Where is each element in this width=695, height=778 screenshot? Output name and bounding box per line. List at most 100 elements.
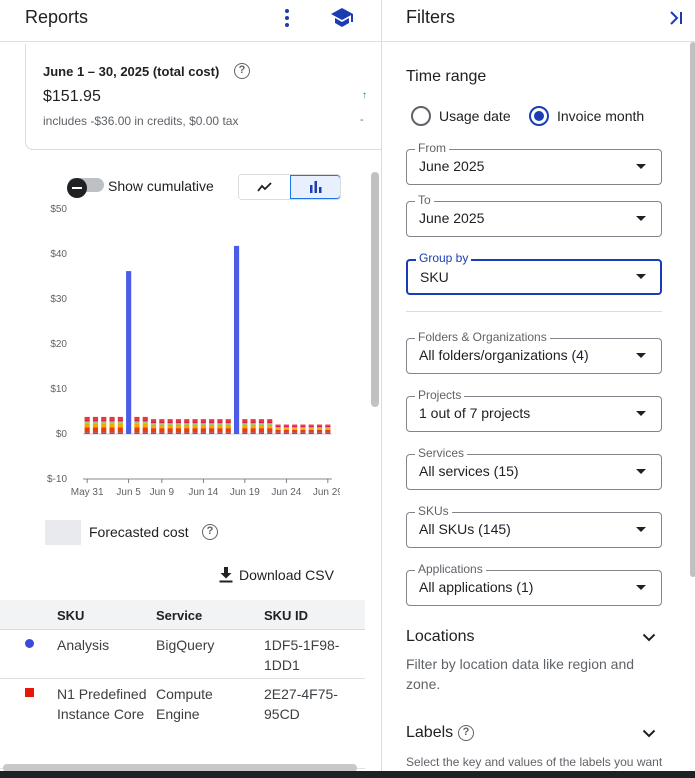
- folders-select[interactable]: Folders & Organizations All folders/orga…: [406, 330, 662, 374]
- chart-bar[interactable]: [316, 428, 323, 430]
- chart-bar[interactable]: [316, 429, 323, 433]
- chart-bar[interactable]: [200, 419, 206, 422]
- chart-bar[interactable]: [175, 428, 182, 433]
- chart-bar[interactable]: [275, 428, 281, 430]
- chart-bar[interactable]: [325, 427, 331, 429]
- chart-bar[interactable]: [167, 432, 173, 434]
- expand-more-icon[interactable]: [642, 633, 656, 642]
- bar-chart-button[interactable]: [290, 175, 340, 199]
- labels-title[interactable]: Labels: [406, 724, 453, 742]
- chart-bar[interactable]: [292, 427, 298, 429]
- chart-bar[interactable]: [292, 429, 298, 433]
- cumulative-toggle[interactable]: [67, 178, 104, 198]
- services-select[interactable]: Services All services (15): [406, 446, 662, 490]
- chart-bar[interactable]: [308, 429, 314, 433]
- chart-bar[interactable]: [242, 423, 248, 425]
- chart-bar[interactable]: [142, 421, 148, 424]
- chart-bar[interactable]: [292, 424, 298, 426]
- chart-bar[interactable]: [109, 421, 115, 424]
- chart-bar[interactable]: [267, 428, 273, 433]
- chart-bar[interactable]: [300, 425, 306, 428]
- chart-bar[interactable]: [308, 425, 314, 428]
- chart-bar[interactable]: [192, 425, 198, 429]
- chart-bar[interactable]: [175, 421, 182, 424]
- chart-bar[interactable]: [200, 428, 206, 433]
- chart-bar[interactable]: [109, 419, 115, 422]
- chart-bar[interactable]: [209, 432, 215, 434]
- line-chart-button[interactable]: [239, 175, 290, 199]
- chart-bar[interactable]: [142, 419, 148, 422]
- chart-bar[interactable]: [250, 425, 256, 429]
- chart-bar[interactable]: [101, 423, 107, 428]
- column-header-sku-id[interactable]: SKU ID: [264, 608, 308, 623]
- chart-bar[interactable]: [159, 423, 165, 425]
- chart-bar[interactable]: [209, 421, 215, 424]
- group-by-select[interactable]: Group by SKU: [406, 251, 662, 295]
- chart-bar[interactable]: [308, 427, 314, 429]
- chart-bar[interactable]: [258, 432, 265, 434]
- last-page-icon[interactable]: [668, 10, 684, 26]
- chart-bar[interactable]: [101, 427, 107, 433]
- chart-bar[interactable]: [84, 432, 90, 434]
- chart-bar[interactable]: [167, 423, 173, 425]
- chart-bar[interactable]: [192, 428, 198, 433]
- chart-bar[interactable]: [242, 428, 248, 433]
- chart-bar[interactable]: [192, 432, 198, 434]
- column-header-sku[interactable]: SKU: [57, 608, 84, 623]
- chart-bar[interactable]: [101, 419, 107, 422]
- more-vert-icon[interactable]: [278, 6, 296, 30]
- chart-bar[interactable]: [292, 425, 298, 428]
- chart-bar[interactable]: [101, 421, 107, 424]
- chart-bar[interactable]: [117, 432, 123, 434]
- chart-bar[interactable]: [225, 425, 231, 429]
- chart-bar[interactable]: [283, 429, 289, 433]
- chart-bar[interactable]: [192, 419, 198, 422]
- chart-bar[interactable]: [109, 427, 115, 433]
- chart-bar[interactable]: [250, 428, 256, 433]
- chart-bar[interactable]: [209, 425, 215, 429]
- chart-bar[interactable]: [275, 425, 281, 428]
- chart-bar[interactable]: [142, 427, 148, 433]
- chart-bar[interactable]: [308, 432, 314, 434]
- chart-bar[interactable]: [267, 419, 273, 422]
- chart-bar[interactable]: [142, 432, 148, 434]
- chart-bar[interactable]: [150, 428, 157, 433]
- chart-bar[interactable]: [101, 432, 107, 434]
- chart-bar[interactable]: [267, 421, 273, 424]
- chart-bar[interactable]: [325, 425, 331, 428]
- chart-bar[interactable]: [117, 416, 123, 420]
- chart-bar[interactable]: [150, 419, 157, 422]
- chart-bar[interactable]: [275, 424, 281, 426]
- chart-bar[interactable]: [242, 419, 248, 422]
- chart-bar[interactable]: [275, 429, 281, 433]
- chart-bar[interactable]: [117, 427, 123, 433]
- chart-bar[interactable]: [192, 421, 198, 424]
- chart-bar[interactable]: [184, 432, 190, 434]
- chart-bar[interactable]: [134, 423, 140, 428]
- chart-bar[interactable]: [184, 421, 190, 424]
- chart-bar[interactable]: [167, 419, 173, 422]
- chart-bar[interactable]: [150, 432, 157, 434]
- chart-bar[interactable]: [225, 432, 231, 434]
- chart-bar[interactable]: [308, 428, 314, 430]
- chart-bar[interactable]: [184, 419, 190, 422]
- chart-bar[interactable]: [300, 427, 306, 429]
- chart-bar[interactable]: [242, 425, 248, 429]
- chart-bar[interactable]: [175, 419, 182, 422]
- chart-bar[interactable]: [300, 428, 306, 430]
- chart-bar[interactable]: [217, 428, 223, 433]
- locations-title[interactable]: Locations: [406, 628, 475, 646]
- chart-bar[interactable]: [200, 425, 206, 429]
- chart-bar[interactable]: [275, 427, 281, 429]
- chart-bar[interactable]: [192, 423, 198, 425]
- chart-bar[interactable]: [250, 421, 256, 424]
- chart-bar[interactable]: [184, 425, 190, 429]
- chart-bar[interactable]: [92, 427, 99, 433]
- chart-bar[interactable]: [200, 432, 206, 434]
- chart-bar[interactable]: [325, 424, 331, 426]
- chart-bar[interactable]: [325, 429, 331, 433]
- chart-bar[interactable]: [308, 424, 314, 426]
- chart-bar[interactable]: [267, 425, 273, 429]
- help-icon[interactable]: ?: [458, 725, 474, 741]
- chart-bar[interactable]: [217, 421, 223, 424]
